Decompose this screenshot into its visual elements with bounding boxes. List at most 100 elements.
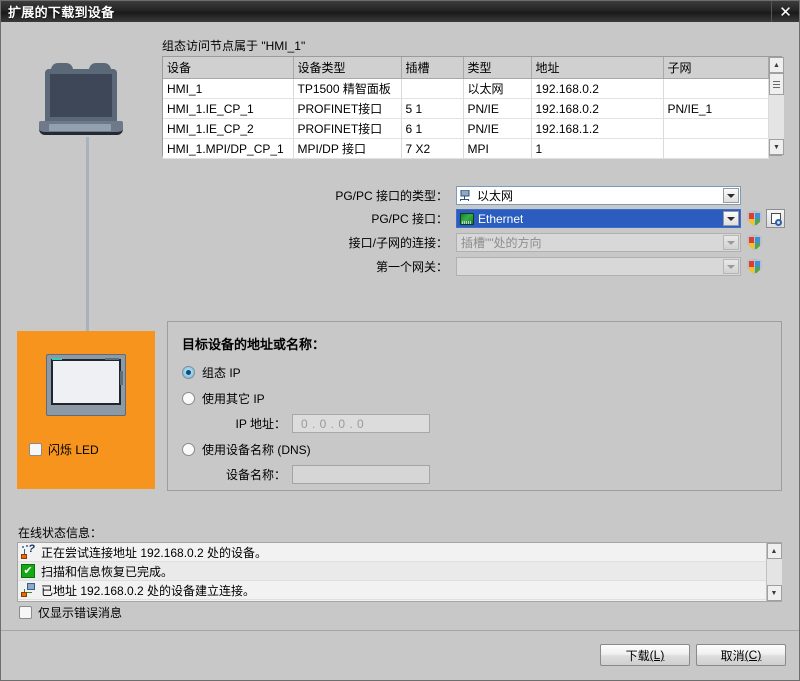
field-subnet-connection: 接口/子网的连接： 插槽""处的方向: [316, 233, 762, 252]
column-header-type[interactable]: 设备类型: [293, 57, 402, 79]
column-header-subnet[interactable]: 子网: [663, 57, 769, 79]
table-row[interactable]: HMI_1.IE_CP_1 PROFINET接口 5 1 PN/IE 192.1…: [163, 98, 769, 119]
close-icon[interactable]: ✕: [771, 1, 799, 22]
download-button-label: 下载: [625, 648, 650, 663]
scrollbar-thumb[interactable]: [769, 73, 784, 95]
laptop-base: [39, 121, 123, 135]
status-section-title: 在线状态信息：: [18, 526, 103, 540]
column-header-address[interactable]: 地址: [531, 57, 664, 79]
field-first-gateway: 第一个网关：: [316, 257, 762, 276]
footer-divider: [1, 630, 799, 631]
cell-conn: 以太网: [463, 78, 532, 99]
cell-type: PROFINET接口: [293, 118, 402, 139]
cell-conn: PN/IE: [463, 98, 532, 119]
download-button-accel: (L): [649, 648, 665, 662]
table-row[interactable]: HMI_1.MPI/DP_CP_1 MPI/DP 接口 7 X2 MPI 1: [163, 138, 769, 159]
subnet-connection-value: 插槽""处的方向: [461, 236, 542, 250]
scrollbar-track[interactable]: [766, 559, 782, 585]
flash-led-checkbox[interactable]: [29, 443, 42, 456]
cell-subnet: [663, 78, 769, 99]
radio-configured-ip[interactable]: 组态 IP: [182, 364, 241, 381]
status-scrollbar[interactable]: ▲ ▼: [766, 543, 782, 601]
radio-device-name-dns[interactable]: 使用设备名称 (DNS): [182, 441, 311, 458]
connection-cable: [86, 137, 89, 341]
cell-conn: PN/IE: [463, 118, 532, 139]
target-device-group: 目标设备的地址或名称： 组态 IP 使用其它 IP IP 地址： 0 . 0 .…: [167, 321, 782, 491]
cell-device: HMI_1.MPI/DP_CP_1: [163, 138, 294, 159]
table-row[interactable]: HMI_1 TP1500 精智面板 以太网 192.168.0.2: [163, 78, 769, 99]
ip-address-input[interactable]: 0 . 0 . 0 . 0: [292, 414, 430, 433]
cell-slot: 5 1: [401, 98, 464, 119]
access-nodes-caption: 组态访问节点属于 "HMI_1": [162, 39, 306, 53]
pgpc-interface-label: PG/PC 接口：: [371, 212, 448, 226]
field-pgpc-type: PG/PC 接口的类型： 以太网: [316, 186, 741, 205]
scroll-up-icon[interactable]: ▲: [766, 543, 782, 559]
list-item: ? 正在尝试连接地址 192.168.0.2 处的设备。: [18, 543, 766, 562]
scroll-down-icon[interactable]: ▼: [766, 585, 782, 601]
cancel-button[interactable]: 取消 (C): [696, 644, 786, 666]
cell-subnet: [663, 118, 769, 139]
scroll-up-icon[interactable]: ▲: [769, 57, 784, 73]
cell-device: HMI_1: [163, 78, 294, 99]
field-device-name: 设备名称：: [226, 465, 430, 484]
errors-only-row[interactable]: 仅显示错误消息: [19, 604, 122, 621]
security-shield-icon[interactable]: [747, 258, 762, 275]
download-button[interactable]: 下载 (L): [600, 644, 690, 666]
table-scrollbar[interactable]: ▲ ▼: [768, 57, 784, 155]
laptop-hinge: [45, 63, 117, 70]
status-message-list: ? 正在尝试连接地址 192.168.0.2 处的设备。 扫描和信息恢复已完成。…: [17, 542, 782, 602]
radio-other-ip-button[interactable]: [182, 392, 195, 405]
radio-device-name-dns-label: 使用设备名称 (DNS): [202, 443, 311, 457]
dialog-title: 扩展的下载到设备: [8, 5, 115, 20]
subnet-connection-label: 接口/子网的连接：: [348, 236, 448, 250]
network-node-icon: [460, 189, 473, 202]
network-card-icon: [460, 212, 474, 225]
security-shield-icon[interactable]: [747, 210, 762, 227]
laptop-icon: [39, 63, 123, 135]
first-gateway-combo: [456, 257, 741, 276]
chevron-down-icon[interactable]: [723, 211, 739, 226]
scrollbar-track[interactable]: [769, 95, 784, 139]
column-header-device[interactable]: 设备: [163, 57, 294, 79]
first-gateway-label: 第一个网关：: [375, 260, 448, 274]
column-header-conn[interactable]: 类型: [463, 57, 532, 79]
ip-address-label: IP 地址：: [235, 417, 286, 431]
access-nodes-table: 设备 设备类型 插槽 类型 地址 子网 HMI_1 TP1500 精智面板 以太…: [162, 56, 784, 159]
radio-device-name-dns-button[interactable]: [182, 443, 195, 456]
cell-slot: 6 1: [401, 118, 464, 139]
errors-only-label: 仅显示错误消息: [38, 606, 123, 620]
cell-type: MPI/DP 接口: [293, 138, 402, 159]
status-message-text: 扫描和信息恢复已完成。: [41, 564, 174, 579]
column-header-slot[interactable]: 插槽: [401, 57, 464, 79]
cell-address: 1: [531, 138, 664, 159]
flash-led-row[interactable]: 闪烁 LED: [29, 441, 99, 458]
cell-slot: 7 X2: [401, 138, 464, 159]
cell-subnet: [663, 138, 769, 159]
target-device-illustration: 闪烁 LED: [17, 331, 155, 489]
laptop-screen: [50, 74, 112, 117]
pgpc-type-combo[interactable]: 以太网: [456, 186, 741, 205]
hmi-panel-screen: [51, 359, 121, 405]
success-check-icon: [21, 564, 35, 578]
cell-type: TP1500 精智面板: [293, 78, 402, 99]
subnet-connection-combo: 插槽""处的方向: [456, 233, 741, 252]
dialog-titlebar: 扩展的下载到设备 ✕: [1, 1, 799, 22]
pgpc-interface-combo[interactable]: Ethernet: [456, 209, 741, 228]
radio-other-ip-label: 使用其它 IP: [202, 392, 265, 406]
device-name-input[interactable]: [292, 465, 430, 484]
list-item: 已地址 192.168.0.2 处的设备建立连接。: [18, 581, 766, 600]
cell-address: 192.168.0.2: [531, 78, 664, 99]
browse-magnifier-icon[interactable]: [766, 209, 785, 228]
chevron-down-icon[interactable]: [723, 188, 739, 203]
cell-conn: MPI: [463, 138, 532, 159]
security-shield-icon[interactable]: [747, 234, 762, 251]
connection-established-icon: [21, 583, 35, 597]
table-row[interactable]: HMI_1.IE_CP_2 PROFINET接口 6 1 PN/IE 192.1…: [163, 118, 769, 139]
radio-other-ip[interactable]: 使用其它 IP: [182, 390, 265, 407]
radio-configured-ip-button[interactable]: [182, 366, 195, 379]
errors-only-checkbox[interactable]: [19, 606, 32, 619]
scroll-down-icon[interactable]: ▼: [769, 139, 784, 155]
table-header-row: 设备 设备类型 插槽 类型 地址 子网: [163, 57, 769, 79]
cell-address: 192.168.1.2: [531, 118, 664, 139]
list-item: 扫描和信息恢复已完成。: [18, 562, 766, 581]
